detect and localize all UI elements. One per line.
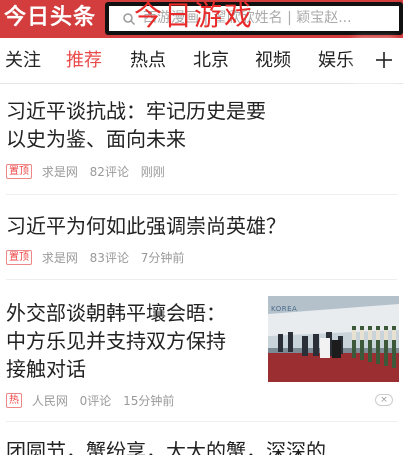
tab-entertainment[interactable]: 娱乐 (318, 48, 354, 74)
publish-time: 15分钟前 (123, 393, 175, 408)
plus-icon (376, 52, 392, 68)
feed-item[interactable]: 习近平谈抗战：牢记历史是要 以史为鉴、面向未来 置顶 求是网 82评论 刚刚 (0, 97, 403, 197)
feed-item-title-line[interactable]: 团圆节，蟹纷享，大大的蟹，深深的 (6, 437, 326, 455)
tab-follow[interactable]: 关注 (5, 48, 41, 74)
source-name[interactable]: 求是网 (42, 165, 78, 179)
tab-video[interactable]: 视频 (255, 48, 291, 74)
feed-item[interactable]: 外交部谈朝韩平壤会晤： 中方乐见并支持双方保持 接触对话 KOREA 热 人民网… (0, 296, 403, 426)
thumbnail-text: KOREA (271, 305, 298, 313)
comment-count: 82评论 (89, 164, 129, 179)
feed-item-meta: 热 人民网 0评论 15分钟前 (6, 392, 182, 408)
tab-beijing[interactable]: 北京 (193, 48, 229, 74)
search-icon (123, 13, 135, 25)
channel-tabs: 关注 推荐 热点 北京 视频 娱乐 (0, 38, 403, 84)
publish-time: 刚刚 (140, 164, 165, 179)
feed-item-title-line[interactable]: 接触对话 (6, 355, 86, 383)
close-icon: × (380, 395, 388, 405)
pinned-badge: 置顶 (6, 164, 32, 179)
dismiss-button[interactable]: × (375, 394, 393, 406)
feed-item-meta: 置顶 求是网 83评论 7分钟前 (6, 249, 192, 265)
feed-item[interactable]: 习近平为何如此强调崇尚英雄？ 置顶 求是网 83评论 7分钟前 (0, 212, 403, 282)
feed-item-title[interactable]: 习近平为何如此强调崇尚英雄？ (6, 212, 286, 240)
search-placeholder: 西游漫画 | 翟欣欣姓名 | 颖宝赵... (143, 10, 352, 26)
pinned-badge: 置顶 (6, 250, 32, 265)
divider (6, 421, 397, 422)
feed-item[interactable]: 团圆节，蟹纷享，大大的蟹，深深的 (0, 437, 403, 455)
news-thumbnail[interactable]: KOREA (268, 296, 399, 382)
top-header: 今日头条 西游漫画 | 翟欣欣姓名 | 颖宝赵... 今日游戏 (0, 0, 403, 38)
feed-item-title-line[interactable]: 以史为鉴、面向未来 (6, 125, 186, 153)
comment-count: 83评论 (89, 250, 129, 265)
source-name[interactable]: 人民网 (32, 394, 68, 408)
app-logo[interactable]: 今日头条 (4, 3, 96, 33)
comment-count: 0评论 (79, 393, 112, 408)
feed-item-title-line[interactable]: 习近平谈抗战：牢记历史是要 (6, 97, 266, 125)
feed-item-title-line[interactable]: 中方乐见并支持双方保持 (6, 327, 226, 355)
feed-item-meta: 置顶 求是网 82评论 刚刚 (6, 163, 173, 179)
feed-item-title-line[interactable]: 外交部谈朝韩平壤会晤： (6, 299, 226, 327)
add-channel-button[interactable] (363, 40, 403, 82)
tab-hot[interactable]: 热点 (130, 48, 166, 74)
search-input[interactable]: 西游漫画 | 翟欣欣姓名 | 颖宝赵... (105, 2, 403, 35)
source-name[interactable]: 求是网 (42, 251, 78, 265)
tab-recommend[interactable]: 推荐 (66, 48, 102, 74)
divider (6, 194, 397, 195)
divider (6, 279, 397, 280)
publish-time: 7分钟前 (140, 250, 185, 265)
hot-badge: 热 (6, 393, 22, 408)
